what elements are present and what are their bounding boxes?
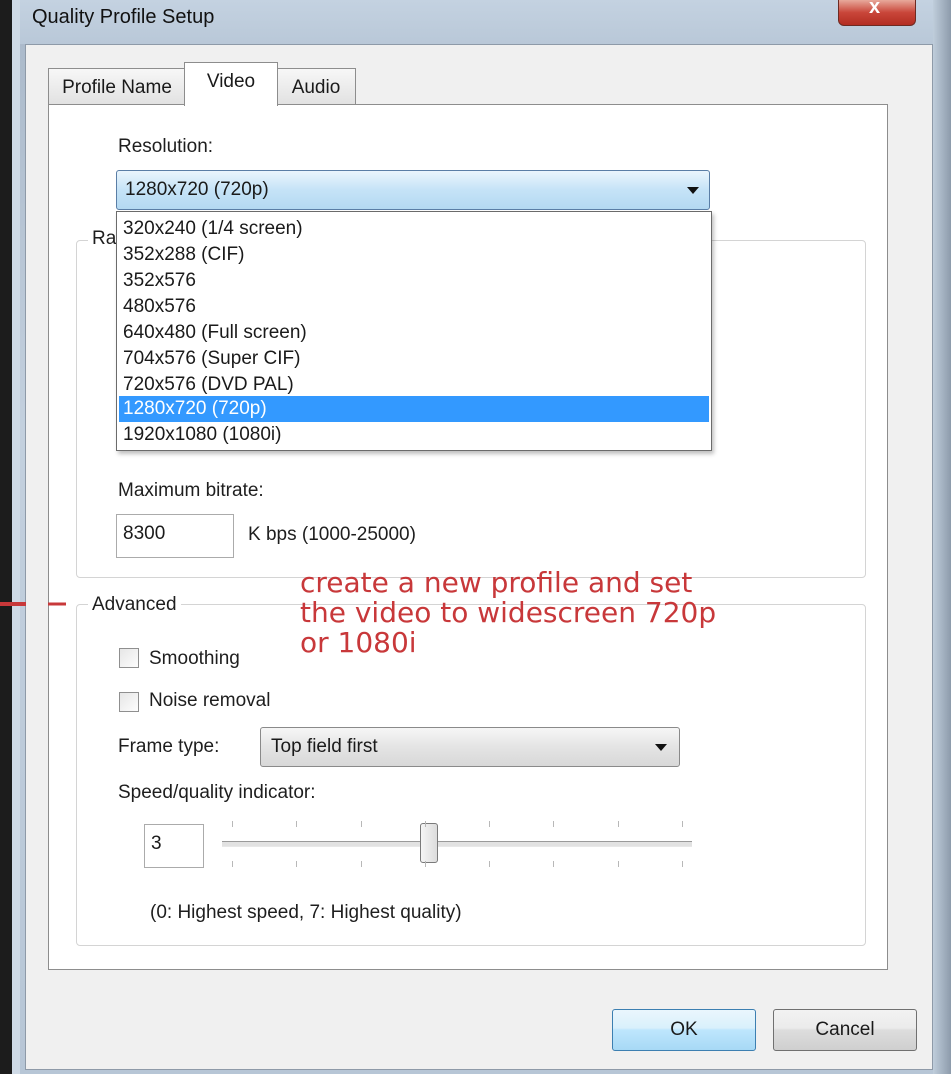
slider-tick xyxy=(489,821,491,827)
slider-tick xyxy=(360,821,362,827)
resolution-option[interactable]: 704x576 (Super CIF) xyxy=(119,346,709,372)
ok-button[interactable]: OK xyxy=(612,1009,756,1051)
slider-tick xyxy=(553,861,555,867)
advanced-group-legend: Advanced xyxy=(88,594,181,616)
slider-tick xyxy=(617,821,619,827)
resolution-label: Resolution: xyxy=(118,136,214,157)
close-icon: x xyxy=(869,0,881,18)
window-title: Quality Profile Setup xyxy=(32,6,215,28)
resolution-option[interactable]: 1920x1080 (1080i) xyxy=(119,422,709,448)
noise-removal-checkbox[interactable] xyxy=(119,692,139,712)
annotation-line: the video to widescreen 720p xyxy=(300,596,717,629)
resolution-option[interactable]: 720x576 (DVD PAL) xyxy=(119,372,709,398)
slider-tick xyxy=(232,821,233,827)
annotation-arrow-icon xyxy=(0,602,66,606)
slider-tick xyxy=(296,861,298,867)
frame-type-label: Frame type: xyxy=(118,736,220,757)
slider-tick xyxy=(489,861,491,867)
resolution-option[interactable]: 352x288 (CIF) xyxy=(119,242,709,268)
resolution-options-list[interactable]: 320x240 (1/4 screen) 352x288 (CIF) 352x5… xyxy=(116,211,712,451)
slider-track xyxy=(222,841,692,847)
annotation-line: create a new profile and set xyxy=(300,566,693,599)
close-button[interactable]: x xyxy=(838,0,916,26)
resolution-option[interactable]: 480x576 xyxy=(119,294,709,320)
slider-tick xyxy=(232,861,233,867)
smoothing-label[interactable]: Smoothing xyxy=(149,648,240,670)
chevron-down-icon xyxy=(655,744,667,751)
max-bitrate-unit: K bps (1000-25000) xyxy=(248,524,416,545)
tab-label: Video xyxy=(206,71,256,92)
resolution-option[interactable]: 640x480 (Full screen) xyxy=(119,320,709,346)
tab-audio[interactable]: Audio xyxy=(276,68,356,104)
slider-tick xyxy=(682,861,683,867)
slider-tick xyxy=(553,821,555,827)
title-bar[interactable]: Quality Profile Setup x xyxy=(20,0,933,44)
resolution-option[interactable]: 352x576 xyxy=(119,268,709,294)
slider-tick xyxy=(296,821,298,827)
resolution-dropdown[interactable]: 1280x720 (720p) xyxy=(116,170,710,210)
window-left-border xyxy=(12,0,20,1074)
smoothing-checkbox[interactable] xyxy=(119,648,139,668)
tab-label: Profile Name xyxy=(62,77,172,98)
speed-quality-hint: (0: Highest speed, 7: Highest quality) xyxy=(150,902,462,923)
tab-label: Audio xyxy=(291,77,341,98)
annotation-text: create a new profile and set the video t… xyxy=(300,568,820,658)
frame-type-dropdown[interactable]: Top field first xyxy=(260,727,680,767)
resolution-option[interactable]: 320x240 (1/4 screen) xyxy=(119,216,709,242)
ok-button-label: OK xyxy=(670,1019,698,1040)
slider-tick xyxy=(360,861,362,867)
resolution-selected-value: 1280x720 (720p) xyxy=(125,179,269,200)
speed-quality-label: Speed/quality indicator: xyxy=(118,782,316,803)
max-bitrate-input[interactable]: 8300 xyxy=(116,514,234,558)
resolution-option-selected[interactable]: 1280x720 (720p) xyxy=(119,396,709,422)
tab-video[interactable]: Video xyxy=(184,62,278,106)
cancel-button[interactable]: Cancel xyxy=(773,1009,917,1051)
speed-quality-slider[interactable] xyxy=(222,815,692,885)
frame-type-value: Top field first xyxy=(271,736,378,757)
slider-tick xyxy=(617,861,619,867)
noise-removal-label[interactable]: Noise removal xyxy=(149,690,270,712)
chevron-down-icon xyxy=(687,187,699,194)
background-window-edge xyxy=(0,0,12,1074)
slider-tick xyxy=(682,821,683,827)
slider-tick xyxy=(424,821,426,827)
speed-quality-input[interactable]: 3 xyxy=(144,824,204,868)
max-bitrate-label: Maximum bitrate: xyxy=(118,480,264,501)
annotation-line: or 1080i xyxy=(300,626,417,659)
cancel-button-label: Cancel xyxy=(815,1019,875,1040)
slider-tick xyxy=(424,861,426,867)
slider-thumb[interactable] xyxy=(419,823,438,863)
window-right-border xyxy=(933,0,951,1074)
tab-profile-name[interactable]: Profile Name xyxy=(48,68,186,104)
